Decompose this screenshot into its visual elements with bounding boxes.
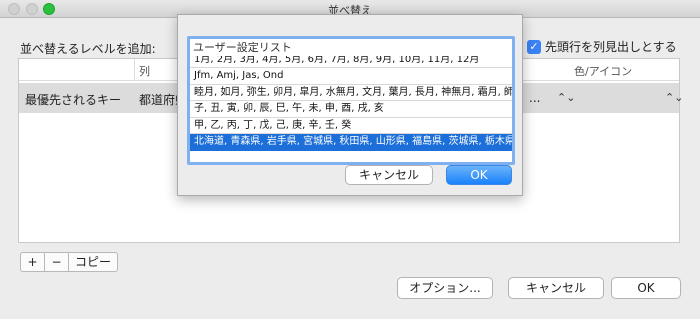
options-button[interactable]: オプション... [397,277,493,299]
copy-level-button[interactable]: コピー [69,253,117,271]
list-item[interactable]: 1月, 2月, 3月, 4月, 5月, 6月, 7月, 8月, 9月, 10月,… [190,56,512,68]
header-row-option[interactable]: ✓ 先頭行を列見出しとする [527,38,677,55]
level-controls: + − コピー [20,252,118,272]
custom-list-popover: ユーザー設定リスト 1月, 2月, 3月, 4月, 5月, 6月, 7月, 8月… [177,14,523,196]
order-stepper-icon[interactable]: ⌃⌄ [557,91,575,104]
list-item[interactable]: 睦月, 如月, 弥生, 卯月, 皐月, 水無月, 文月, 葉月, 長月, 神無月… [190,85,512,101]
header-row-label: 先頭行を列見出しとする [545,40,677,54]
cancel-button[interactable]: キャンセル [508,277,604,299]
column-header-color-icon: 色/アイコン [574,65,633,78]
column-header-column: 列 [139,65,150,78]
remove-level-button[interactable]: − [45,253,69,271]
list-item-selected[interactable]: 北海道, 青森県, 岩手県, 宮城県, 秋田県, 山形県, 福島県, 茨城県, … [190,134,512,151]
color-stepper-icon[interactable]: ⌃⌄ [665,91,683,104]
order-select-value[interactable]: ... [529,91,540,105]
popup-ok-button[interactable]: OK [446,165,512,185]
priority-key-label: 最優先されるキー [25,93,122,107]
list-item[interactable]: Jfm, Amj, Jas, Ond [190,68,512,85]
custom-list-box[interactable]: ユーザー設定リスト 1月, 2月, 3月, 4月, 5月, 6月, 7月, 8月… [187,36,515,165]
custom-list-title: ユーザー設定リスト [193,41,292,54]
list-item[interactable]: 甲, 乙, 丙, 丁, 戊, 己, 庚, 辛, 壬, 癸 [190,118,512,134]
add-level-button[interactable]: + [21,253,45,271]
header-row-checkbox[interactable]: ✓ [527,39,541,54]
add-level-label: 並べ替えるレベルを追加: [20,42,156,56]
ok-button[interactable]: OK [611,277,681,299]
popup-cancel-button[interactable]: キャンセル [345,165,433,185]
list-item[interactable]: 子, 丑, 寅, 卯, 辰, 巳, 午, 未, 申, 酉, 戌, 亥 [190,101,512,118]
column-divider [134,59,135,81]
